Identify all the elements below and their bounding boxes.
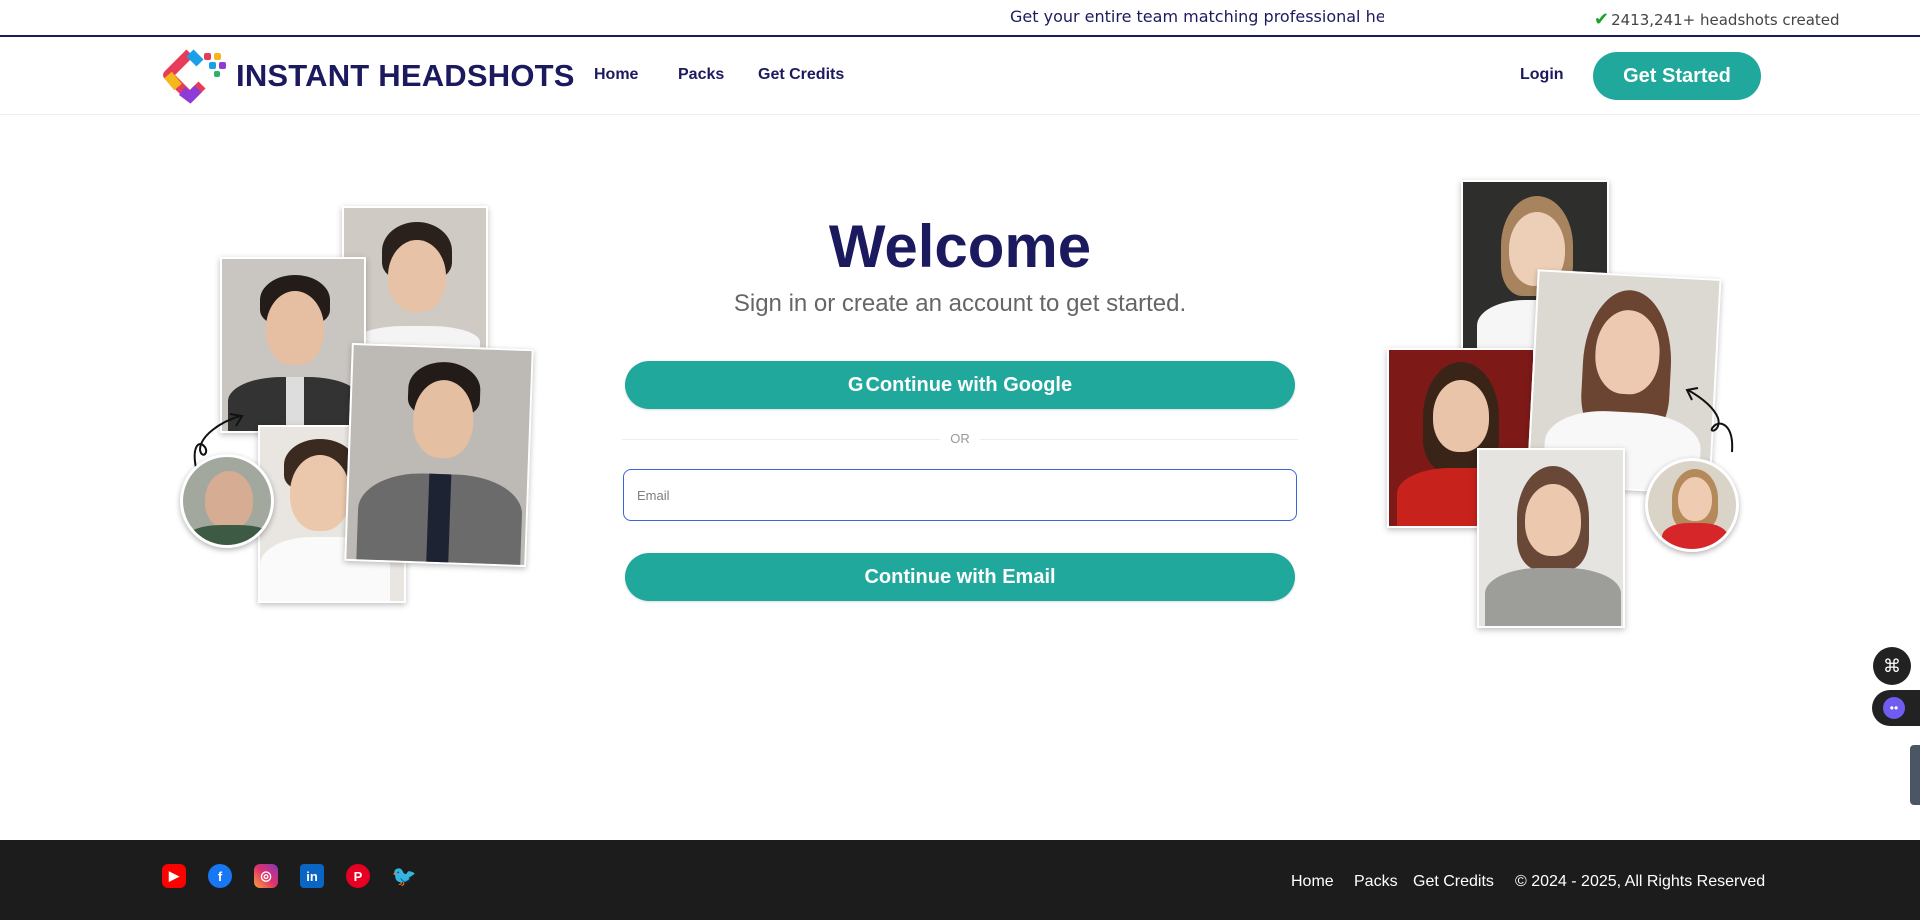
copyright-text: © 2024 - 2025, All Rights Reserved (1515, 873, 1766, 890)
footer: ▶ f ◎ in P 🐦 Home Packs Get Credits © 20… (0, 840, 1920, 920)
google-icon: G (847, 373, 864, 396)
brand-logo[interactable]: INSTANT HEADSHOTS (160, 47, 575, 105)
brand-name: INSTANT HEADSHOTS (236, 58, 575, 93)
youtube-icon[interactable]: ▶ (162, 864, 186, 888)
google-button-label: Continue with Google (865, 373, 1073, 396)
chat-assistant-button[interactable]: •• (1872, 690, 1920, 726)
before-selfie-avatar (1645, 458, 1739, 552)
footer-link-get-credits[interactable]: Get Credits (1413, 873, 1494, 891)
announcement-bar: Get your entire team matching profession… (0, 0, 1920, 37)
headshot-counter: ✔ 2413,241+ headshots created (1594, 9, 1840, 30)
linkedin-icon[interactable]: in (300, 864, 324, 888)
headshot-photo (344, 342, 534, 568)
announcement-ticker: Get your entire team matching profession… (1010, 7, 1384, 26)
headshot-counter-text: 2413,241+ headshots created (1611, 10, 1840, 29)
pinterest-icon[interactable]: P (346, 864, 370, 888)
before-selfie-avatar (180, 454, 274, 548)
footer-link-packs[interactable]: Packs (1354, 873, 1398, 891)
apps-widget-button[interactable]: ⌘ (1873, 647, 1911, 685)
grid-icon: ⌘ (1883, 655, 1901, 676)
assistant-icon: •• (1883, 697, 1905, 719)
continue-with-google-button[interactable]: G Continue with Google (625, 361, 1295, 409)
nav-link-packs[interactable]: Packs (678, 66, 724, 84)
login-link[interactable]: Login (1520, 66, 1564, 84)
nav-link-get-credits[interactable]: Get Credits (758, 66, 844, 84)
arrow-icon (1685, 387, 1734, 453)
headshot-photo (220, 257, 366, 433)
welcome-title: Welcome (828, 213, 1092, 280)
get-started-button[interactable]: Get Started (1593, 52, 1761, 100)
main-navbar: INSTANT HEADSHOTS Home Packs Get Credits… (0, 37, 1920, 115)
headshot-photo (1477, 448, 1625, 628)
side-panel-handle[interactable] (1910, 745, 1920, 805)
facebook-icon[interactable]: f (208, 864, 232, 888)
nav-link-home[interactable]: Home (594, 66, 638, 84)
check-icon: ✔ (1594, 9, 1610, 30)
email-input[interactable] (623, 469, 1297, 521)
twitter-icon[interactable]: 🐦 (392, 864, 417, 888)
or-label: OR (940, 431, 980, 446)
continue-with-email-button[interactable]: Continue with Email (625, 553, 1295, 601)
footer-link-home[interactable]: Home (1291, 873, 1334, 891)
logo-icon (163, 49, 226, 104)
instagram-icon[interactable]: ◎ (254, 864, 278, 888)
